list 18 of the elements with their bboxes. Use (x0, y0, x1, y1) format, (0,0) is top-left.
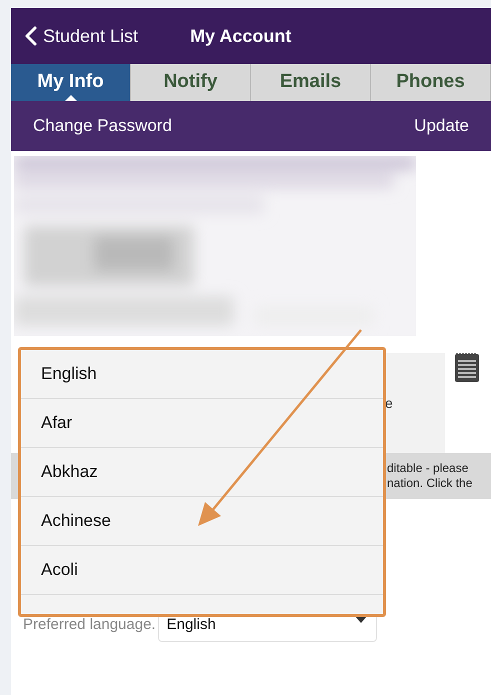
tab[interactable]: Notify (131, 64, 251, 101)
back-button[interactable]: Student List (25, 22, 138, 50)
tab[interactable]: Phones (371, 64, 491, 101)
dropdown-option[interactable]: English (21, 350, 383, 399)
tab[interactable]: My Info (11, 64, 131, 101)
dropdown-option[interactable]: Abkhaz (21, 448, 383, 497)
update-button[interactable]: Update (414, 113, 469, 139)
notice-text: nation. Click the (387, 476, 474, 491)
partial-text: e (385, 394, 393, 412)
back-icon (25, 26, 37, 46)
page-title: My Account (190, 24, 292, 48)
change-password-button[interactable]: Change Password (33, 113, 172, 139)
dropdown-option[interactable]: Acoli (21, 546, 383, 595)
tab[interactable]: Emails (251, 64, 371, 101)
field-label: Preferred language. (23, 615, 156, 636)
dropdown-option[interactable]: Afar (21, 399, 383, 448)
notice-text: ditable - please (387, 461, 470, 476)
notepad-icon (454, 351, 480, 383)
